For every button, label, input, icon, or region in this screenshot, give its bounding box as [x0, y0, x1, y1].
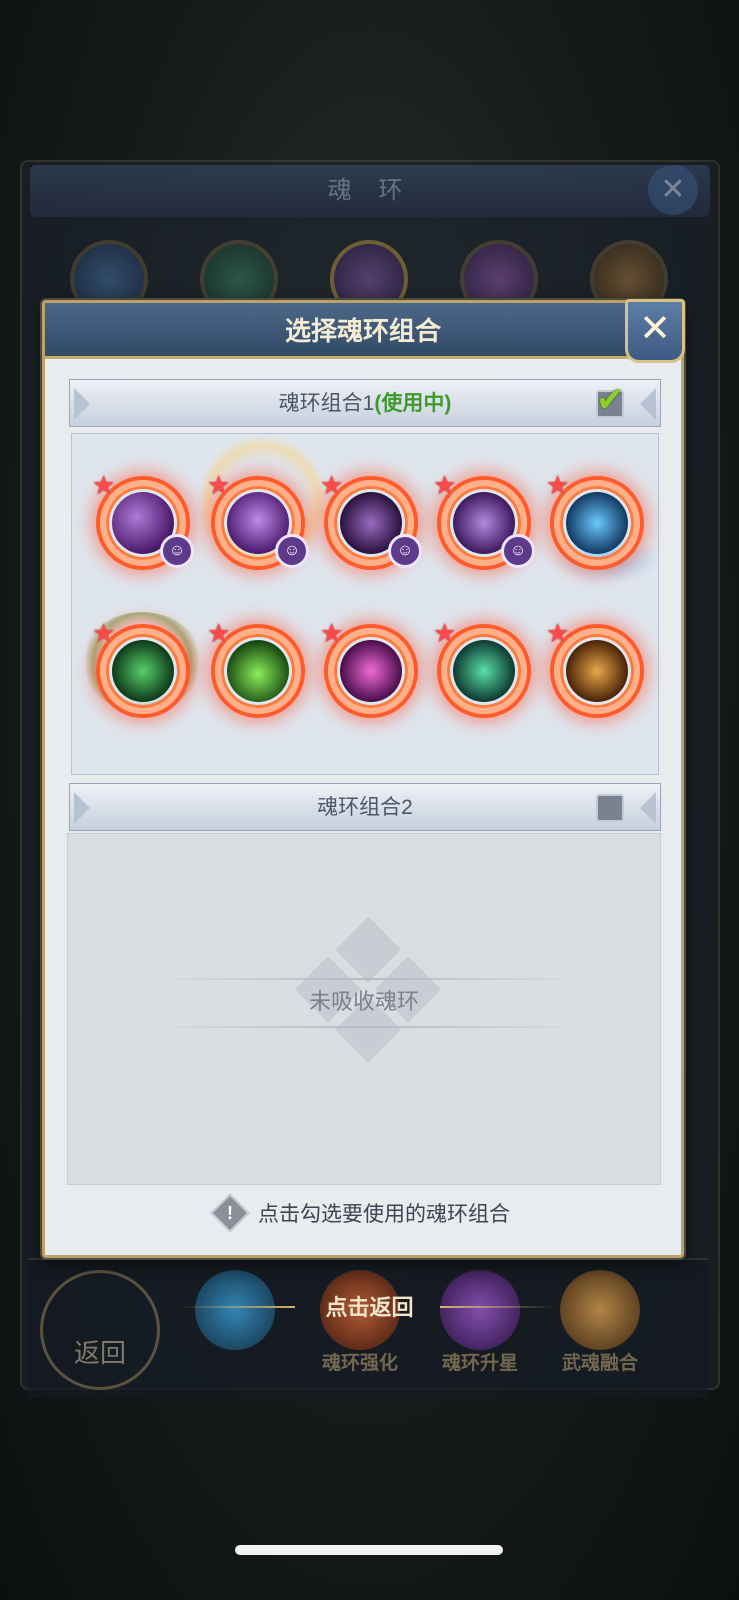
- hint-text: 点击勾选要使用的魂环组合: [258, 1203, 510, 1226]
- ring-badge-icon: ☺: [275, 534, 309, 568]
- divider: [148, 978, 588, 980]
- tap-return-line-right: [440, 1306, 555, 1308]
- background-tab-label: 魂环升星: [441, 1353, 518, 1374]
- star-icon: ★: [320, 618, 344, 648]
- hint-row: ! 点击勾选要使用的魂环组合: [45, 1193, 681, 1238]
- star-icon: ★: [207, 618, 231, 648]
- group1-label: 魂环组合1(使用中): [70, 380, 660, 428]
- ring-slot-2[interactable]: ★ ☺: [207, 470, 309, 568]
- star-icon: ★: [92, 470, 116, 500]
- dialog-title: 选择魂环组合: [284, 316, 441, 346]
- group2-checkbox[interactable]: [596, 794, 624, 822]
- ring-combo-dialog: 选择魂环组合 ✕ 魂环组合1(使用中) ✔ ★ ☺ ★ ☺ ★ ☺ ★ ☺ ★ …: [42, 299, 685, 1258]
- star-icon: ★: [546, 470, 570, 500]
- warning-icon: !: [210, 1193, 250, 1233]
- background-tab-label: 魂环强化: [321, 1353, 398, 1374]
- group1-checkbox[interactable]: ✔: [596, 381, 625, 419]
- group1-status: (使用中): [374, 392, 452, 415]
- star-icon: ★: [546, 618, 570, 648]
- ring-slot-10[interactable]: ★: [546, 618, 640, 714]
- dialog-header: 选择魂环组合: [45, 303, 681, 359]
- warning-icon-glyph: !: [227, 1203, 233, 1223]
- ring-slot-8[interactable]: ★: [320, 618, 414, 714]
- background-back-button: 返回: [40, 1270, 160, 1390]
- blue-lightning-icon: [566, 492, 628, 554]
- ring-slot-4[interactable]: ★ ☺: [433, 470, 535, 568]
- close-icon: ✕: [639, 308, 671, 350]
- divider: [148, 1026, 588, 1028]
- golden-beast-icon: [566, 640, 628, 702]
- group2-empty-panel: ❖ 未吸收魂环: [67, 833, 661, 1185]
- ring-slot-5[interactable]: ★: [546, 470, 640, 566]
- background-title: 魂 环: [30, 165, 710, 217]
- star-icon: ★: [433, 618, 457, 648]
- star-icon: ★: [92, 618, 116, 648]
- ring-badge-icon: ☺: [160, 534, 194, 568]
- group2-label: 魂环组合2: [317, 796, 413, 819]
- ring-slot-1[interactable]: ★ ☺: [92, 470, 194, 568]
- star-icon: ★: [320, 470, 344, 500]
- green-sprout-icon: [227, 640, 289, 702]
- group1-ring-panel: ★ ☺ ★ ☺ ★ ☺ ★ ☺ ★ ★ ★ ★ ★ ★: [71, 433, 662, 775]
- group1-header[interactable]: 魂环组合1(使用中) ✔: [69, 379, 661, 427]
- home-indicator[interactable]: [235, 1545, 503, 1555]
- star-icon: ★: [433, 470, 457, 500]
- tap-return-label[interactable]: 点击返回: [0, 1290, 739, 1326]
- checkmark-icon: ✔: [596, 381, 625, 419]
- group1-name: 魂环组合1: [278, 392, 375, 415]
- close-button[interactable]: ✕: [625, 299, 685, 363]
- group2-header[interactable]: 魂环组合2: [69, 783, 661, 831]
- green-wings-icon: [453, 640, 515, 702]
- ring-badge-icon: ☺: [501, 534, 535, 568]
- ring-badge-icon: ☺: [388, 534, 422, 568]
- green-demon-icon: [112, 640, 174, 702]
- pink-slash-icon: [340, 640, 402, 702]
- ring-slot-9[interactable]: ★: [433, 618, 527, 714]
- empty-message: 未吸收魂环: [308, 989, 419, 1014]
- background-tab-label: 武魂融合: [561, 1353, 638, 1374]
- star-icon: ★: [207, 470, 231, 500]
- ring-slot-7[interactable]: ★: [207, 618, 301, 714]
- ring-slot-3[interactable]: ★ ☺: [320, 470, 422, 568]
- background-close-icon: ✕: [648, 165, 698, 215]
- ring-slot-6[interactable]: ★: [92, 618, 186, 714]
